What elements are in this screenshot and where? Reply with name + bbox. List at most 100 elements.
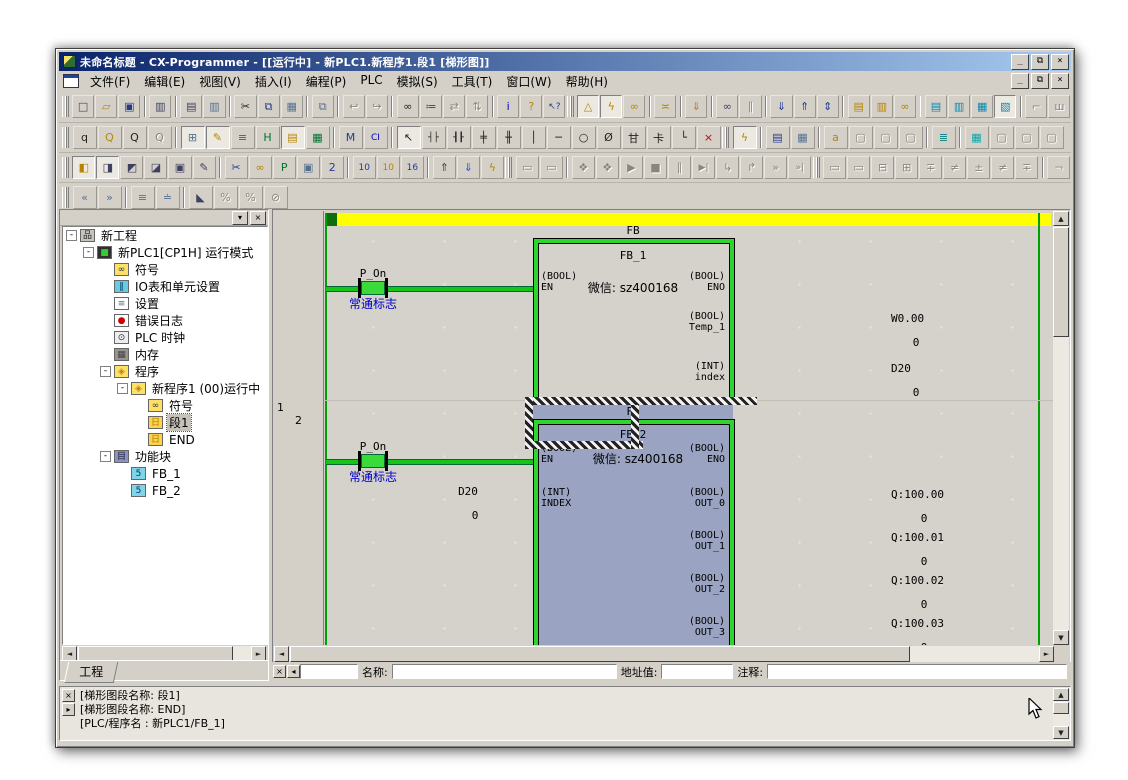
tree-item-新PLC1[CP1H] 运行模式[interactable]: -■新PLC1[CP1H] 运行模式: [63, 244, 267, 261]
new-closed-contact-tool[interactable]: ┨┠: [447, 126, 471, 149]
output-close-button[interactable]: ×: [62, 689, 75, 702]
tab-project[interactable]: 工程: [64, 662, 118, 683]
tree-item-程序[interactable]: -◈程序: [63, 363, 267, 380]
rung-edit-2-button[interactable]: ▭: [847, 156, 870, 179]
menu-item-6[interactable]: PLC: [353, 71, 389, 92]
zoom-custom-button[interactable]: Q: [98, 126, 122, 149]
symbol-delete-button[interactable]: ▢: [849, 126, 873, 149]
delete-tool[interactable]: ×: [697, 126, 721, 149]
pause-button[interactable]: ∥: [739, 95, 761, 118]
tree-item-符号[interactable]: ∞符号: [63, 397, 267, 414]
zoom-fit-button[interactable]: q: [73, 126, 97, 149]
fb-split-button[interactable]: ✂: [225, 156, 248, 179]
align-bottom-button[interactable]: ≐: [156, 186, 180, 209]
scroll-up-button[interactable]: ▲: [1053, 211, 1069, 226]
watchbar-close-button[interactable]: ×: [273, 665, 286, 678]
expand-toggle[interactable]: -: [117, 383, 128, 394]
panel-close-button[interactable]: ×: [250, 211, 266, 225]
menu-item-2[interactable]: 编辑(E): [137, 71, 192, 92]
properties-button[interactable]: ✎: [193, 156, 216, 179]
mdi-restore-button[interactable]: ⧉: [1031, 73, 1049, 89]
sim-fast-button[interactable]: »: [764, 156, 787, 179]
new-or-contact-tool[interactable]: ╪: [472, 126, 496, 149]
online-refresh-button[interactable]: ϟ: [481, 156, 504, 179]
rung-edit-4-button[interactable]: ⊞: [895, 156, 918, 179]
expand-toggle[interactable]: -: [100, 366, 111, 377]
restore-button[interactable]: ⧉: [1031, 54, 1049, 70]
tree-item-设置[interactable]: ≡设置: [63, 295, 267, 312]
page-setup-button[interactable]: ▥: [149, 95, 171, 118]
rung-annotation-button[interactable]: ≡: [231, 126, 255, 149]
rung-edit-3-button[interactable]: ⊟: [871, 156, 894, 179]
toggle-local-symbols-button[interactable]: ▣: [168, 156, 191, 179]
online-compare-button[interactable]: ≍: [654, 95, 676, 118]
panel-rollup-button[interactable]: ▾: [232, 211, 248, 225]
menu-item-1[interactable]: 文件(F): [83, 71, 137, 92]
indent-rung-button[interactable]: «: [73, 186, 97, 209]
menu-item-7[interactable]: 模拟(S): [390, 71, 445, 92]
force-set-up-button[interactable]: ⇑: [433, 156, 456, 179]
output-vertical-scrollbar[interactable]: ▲ ▼: [1053, 688, 1069, 739]
scroll-thumb[interactable]: [290, 646, 910, 662]
rung-edit-9-button[interactable]: ∓: [1015, 156, 1038, 179]
symbol-edit-button[interactable]: ▢: [899, 126, 923, 149]
scroll-down-button[interactable]: ▼: [1053, 726, 1069, 739]
scroll-left-button[interactable]: ◄: [274, 646, 289, 662]
help-button[interactable]: ?: [520, 95, 542, 118]
view-ci-button[interactable]: CI: [364, 126, 388, 149]
sim-hand-1-button[interactable]: ❖: [572, 156, 595, 179]
toggle-project-window-button[interactable]: ◧: [72, 156, 95, 179]
monitor-signed-decimal-button[interactable]: 10: [377, 156, 400, 179]
page-z-button[interactable]: ▢: [990, 126, 1014, 149]
fb-update-button[interactable]: ▦: [791, 126, 815, 149]
context-help-button[interactable]: ↖?: [543, 95, 565, 118]
fb-library-button[interactable]: ∞: [249, 156, 272, 179]
rung-edit-7-button[interactable]: ±: [967, 156, 990, 179]
open-button[interactable]: ▱: [95, 95, 117, 118]
tree-item-新程序1 (00)运行中[interactable]: -◈新程序1 (00)运行中: [63, 380, 267, 397]
rung-edit-6-button[interactable]: ≠: [943, 156, 966, 179]
io-comment-button[interactable]: H: [256, 126, 280, 149]
toggle-cross-reference-button[interactable]: ◪: [144, 156, 167, 179]
time-chart-button[interactable]: ш: [1048, 95, 1070, 118]
force-toggle-button[interactable]: ⊘: [264, 186, 288, 209]
tree-item-内存[interactable]: ▦内存: [63, 346, 267, 363]
sim-scan-button[interactable]: ▭: [540, 156, 563, 179]
outdent-rung-button[interactable]: »: [98, 186, 122, 209]
save-button[interactable]: ▣: [118, 95, 140, 118]
tree-item-END[interactable]: 日END: [63, 431, 267, 448]
tree-item-新工程[interactable]: -品新工程: [63, 227, 267, 244]
tree-item-PLC 时钟[interactable]: ⊙PLC 时钟: [63, 329, 267, 346]
view-monitor-button[interactable]: ▧: [994, 95, 1016, 118]
new-vertical-tool[interactable]: │: [522, 126, 546, 149]
sort-button[interactable]: ⇅: [466, 95, 488, 118]
symbol-check-button[interactable]: ▢: [874, 126, 898, 149]
sim-run-button[interactable]: ▶: [620, 156, 643, 179]
download-to-plc-button[interactable]: ⇓: [770, 95, 792, 118]
select-tool[interactable]: ↖: [397, 126, 421, 149]
info-button[interactable]: i: [497, 95, 519, 118]
compile-program-button[interactable]: ▤: [848, 95, 870, 118]
print-button[interactable]: ▤: [180, 95, 202, 118]
binary-monitor-button[interactable]: 2: [321, 156, 344, 179]
monitor-boxes-button[interactable]: ▦: [306, 126, 330, 149]
scroll-down-button[interactable]: ▼: [1053, 630, 1069, 645]
mdi-close-button[interactable]: ×: [1051, 73, 1069, 89]
expand-toggle[interactable]: -: [100, 451, 111, 462]
copy-button[interactable]: ⧉: [258, 95, 280, 118]
tree-item-功能块[interactable]: -目功能块: [63, 448, 267, 465]
force-off-button[interactable]: %: [214, 186, 238, 209]
transfer-options-button[interactable]: ⇓: [685, 95, 707, 118]
view-mnemonic-button[interactable]: ▥: [948, 95, 970, 118]
scroll-right-button[interactable]: ►: [1039, 646, 1054, 662]
address-reference-button[interactable]: ≣: [932, 126, 956, 149]
zoom-in-button[interactable]: Q: [123, 126, 147, 149]
sim-pause-button[interactable]: ∥: [668, 156, 691, 179]
redo-button[interactable]: ↪: [366, 95, 388, 118]
cut-button[interactable]: ✂: [234, 95, 256, 118]
mdi-child-icon[interactable]: [63, 74, 79, 88]
fb-memory-button[interactable]: ▣: [297, 156, 320, 179]
mdi-minimize-button[interactable]: _: [1011, 73, 1029, 89]
pause-monitor-button[interactable]: ∞: [623, 95, 645, 118]
ladder-horizontal-scrollbar[interactable]: ◄ ►: [274, 646, 1054, 662]
